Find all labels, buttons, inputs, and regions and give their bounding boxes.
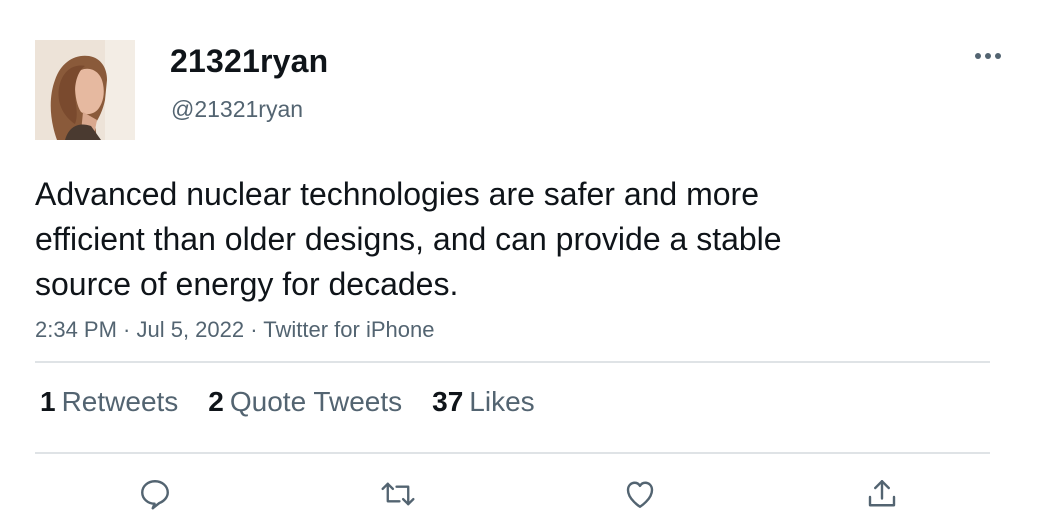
share-icon <box>868 480 896 507</box>
likes-stat[interactable]: 37 Likes <box>432 386 535 418</box>
divider <box>35 361 990 363</box>
more-horizontal-icon <box>975 53 1001 59</box>
like-button[interactable] <box>620 474 660 514</box>
retweet-button[interactable] <box>378 474 418 514</box>
display-name[interactable]: 21321ryan <box>170 43 328 80</box>
user-handle[interactable]: @21321ryan <box>171 96 303 123</box>
retweet-icon <box>381 482 415 506</box>
quote-tweets-stat[interactable]: 2 Quote Tweets <box>208 386 402 418</box>
reply-icon <box>141 480 169 510</box>
divider <box>35 452 990 454</box>
retweets-stat[interactable]: 1 Retweets <box>40 386 178 418</box>
share-button[interactable] <box>862 474 902 514</box>
retweets-count: 1 <box>40 386 56 417</box>
heart-icon <box>626 481 654 508</box>
more-options-button[interactable] <box>970 44 1006 68</box>
likes-count: 37 <box>432 386 464 417</box>
tweet-text-line: source of energy for decades. <box>35 266 459 302</box>
likes-label: Likes <box>469 386 535 417</box>
tweet-timestamp[interactable]: 2:34 PM · Jul 5, 2022 · Twitter for iPho… <box>35 317 434 343</box>
avatar[interactable] <box>35 40 135 140</box>
tweet-text: Advanced nuclear technologies are safer … <box>35 172 935 307</box>
engagement-stats: 1 Retweets 2 Quote Tweets 37 Likes <box>40 386 565 418</box>
reply-button[interactable] <box>135 474 175 514</box>
tweet-text-line: Advanced nuclear technologies are safer … <box>35 176 759 212</box>
retweets-label: Retweets <box>61 386 179 417</box>
tweet-card: 21321ryan @21321ryan Advanced nuclear te… <box>0 0 1050 525</box>
tweet-text-line: efficient than older designs, and can pr… <box>35 221 782 257</box>
quote-tweets-label: Quote Tweets <box>229 386 403 417</box>
quote-tweets-count: 2 <box>208 386 224 417</box>
